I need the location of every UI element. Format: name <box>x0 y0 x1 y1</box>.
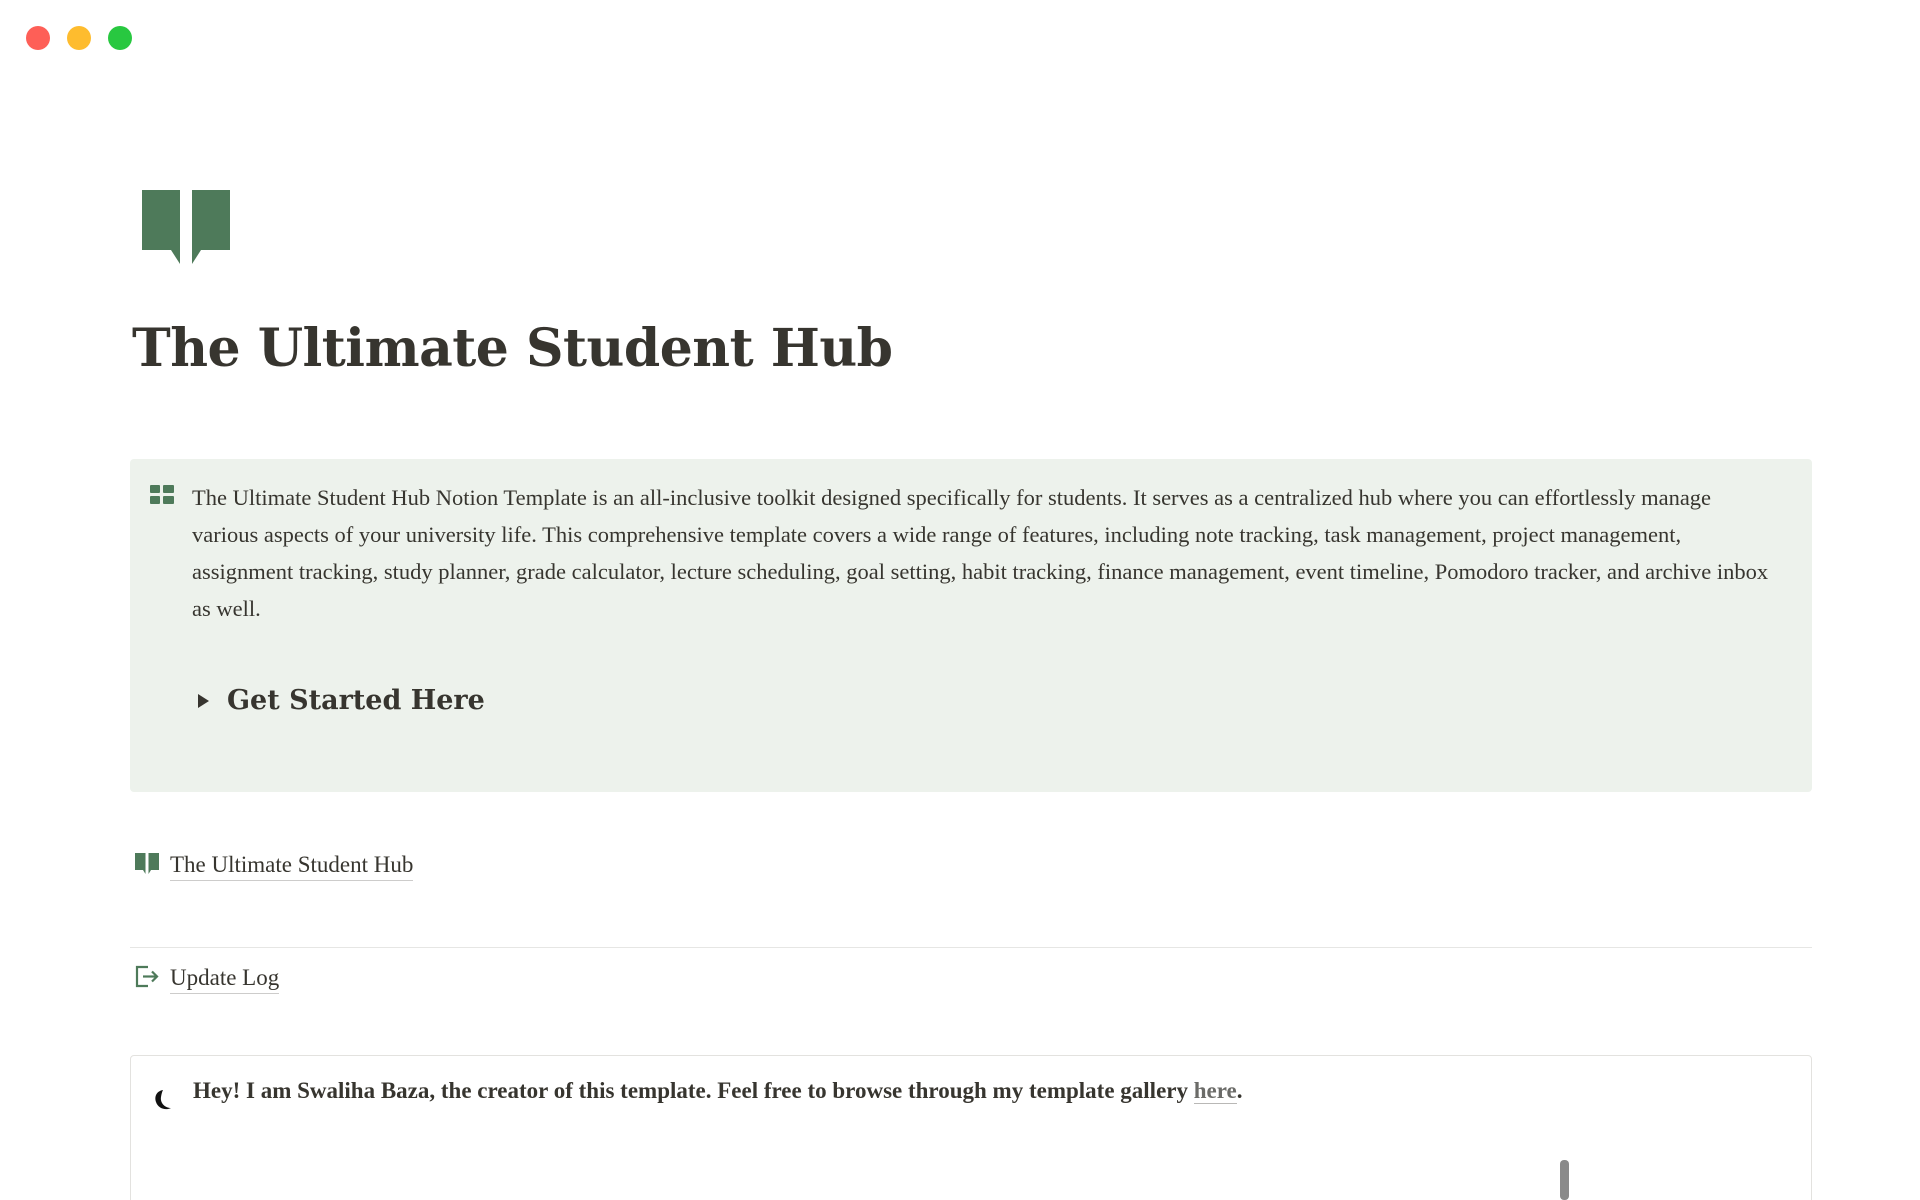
page-title[interactable]: The Ultimate Student Hub <box>132 318 893 379</box>
exit-arrow-icon <box>134 963 160 994</box>
update-log-page-link[interactable]: Update Log <box>134 963 280 994</box>
creator-message-suffix: . <box>1236 1078 1243 1103</box>
scrollbar-thumb[interactable] <box>1560 1160 1569 1200</box>
student-hub-link-label[interactable]: The Ultimate Student Hub <box>170 850 414 881</box>
notion-window: The Ultimate Student Hub The Ultimate St… <box>0 0 1920 1200</box>
maximize-window-button[interactable] <box>108 26 132 50</box>
update-log-link-label[interactable]: Update Log <box>170 963 280 994</box>
creator-message-text: Hey! I am Swaliha Baza, the creator of t… <box>193 1078 1194 1103</box>
minimize-window-button[interactable] <box>67 26 91 50</box>
get-started-toggle[interactable]: Get Started Here <box>198 685 485 716</box>
description-callout: The Ultimate Student Hub Notion Template… <box>130 459 1812 792</box>
gallery-link[interactable]: here <box>1193 1078 1237 1104</box>
student-hub-page-link[interactable]: The Ultimate Student Hub <box>134 850 414 881</box>
toggle-label[interactable]: Get Started Here <box>227 685 485 716</box>
toggle-triangle-icon[interactable] <box>198 693 209 708</box>
window-controls <box>26 26 132 50</box>
open-book-icon[interactable] <box>140 188 232 264</box>
creator-message: Hey! I am Swaliha Baza, the creator of t… <box>193 1078 1243 1104</box>
callout-description-text: The Ultimate Student Hub Notion Template… <box>192 485 1769 621</box>
close-window-button[interactable] <box>26 26 50 50</box>
open-book-icon <box>134 852 160 879</box>
moon-icon <box>151 1088 175 1112</box>
grid-icon <box>150 485 174 505</box>
divider <box>130 947 1812 948</box>
